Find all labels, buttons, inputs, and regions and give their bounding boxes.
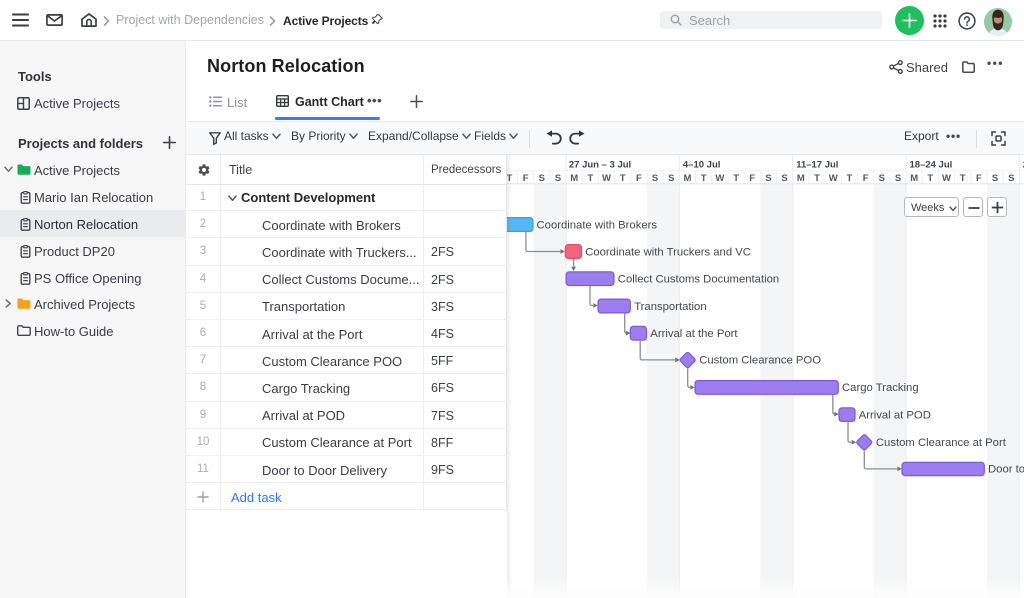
svg-text:S: S	[1008, 173, 1014, 184]
svg-text:S: S	[555, 173, 561, 184]
svg-text:T: T	[960, 173, 966, 184]
svg-text:Arrival at POD: Arrival at POD	[859, 409, 931, 421]
svg-text:Cargo Tracking: Cargo Tracking	[842, 382, 919, 394]
svg-text:T: T	[814, 173, 820, 184]
svg-text:T: T	[620, 173, 626, 184]
svg-text:M: M	[570, 173, 578, 184]
svg-text:Custom Clearance POO: Custom Clearance POO	[699, 355, 821, 367]
svg-text:M: M	[684, 173, 692, 184]
svg-text:18–24 Jul: 18–24 Jul	[910, 159, 953, 170]
svg-text:S: S	[895, 173, 901, 184]
svg-text:W: W	[829, 173, 838, 184]
svg-text:27 Jun – 3 Jul: 27 Jun – 3 Jul	[569, 159, 631, 170]
svg-text:Transportation: Transportation	[634, 301, 706, 313]
svg-text:F: F	[976, 173, 982, 184]
svg-text:Custom Clearance at Port: Custom Clearance at Port	[876, 437, 1007, 449]
svg-text:Collect Customs Documentation: Collect Customs Documentation	[618, 274, 779, 286]
svg-text:T: T	[733, 173, 739, 184]
svg-text:W: W	[715, 173, 724, 184]
svg-text:4–10 Jul: 4–10 Jul	[683, 159, 721, 170]
svg-text:Coordinate with Brokers: Coordinate with Brokers	[537, 219, 658, 231]
svg-text:S: S	[765, 173, 771, 184]
svg-text:F: F	[636, 173, 642, 184]
svg-text:M: M	[910, 173, 918, 184]
svg-text:S: S	[652, 173, 658, 184]
svg-text:W: W	[602, 173, 611, 184]
svg-text:S: S	[539, 173, 545, 184]
svg-text:S: S	[668, 173, 674, 184]
svg-text:T: T	[587, 173, 593, 184]
svg-text:S: S	[879, 173, 885, 184]
svg-text:T: T	[701, 173, 707, 184]
svg-text:T: T	[846, 173, 852, 184]
svg-text:S: S	[992, 173, 998, 184]
svg-text:F: F	[863, 173, 869, 184]
svg-text:F: F	[749, 173, 755, 184]
svg-text:W: W	[942, 173, 951, 184]
svg-text:Arrival at the Port: Arrival at the Port	[650, 328, 738, 340]
svg-text:Door to Door Delivery: Door to Door Delivery	[988, 464, 1024, 476]
svg-text:Coordinate with Truckers and V: Coordinate with Truckers and VC	[585, 246, 751, 258]
svg-text:T: T	[927, 173, 933, 184]
svg-text:11–17 Jul: 11–17 Jul	[796, 159, 838, 170]
svg-text:S: S	[781, 173, 787, 184]
svg-text:F: F	[523, 173, 529, 184]
svg-text:M: M	[797, 173, 805, 184]
